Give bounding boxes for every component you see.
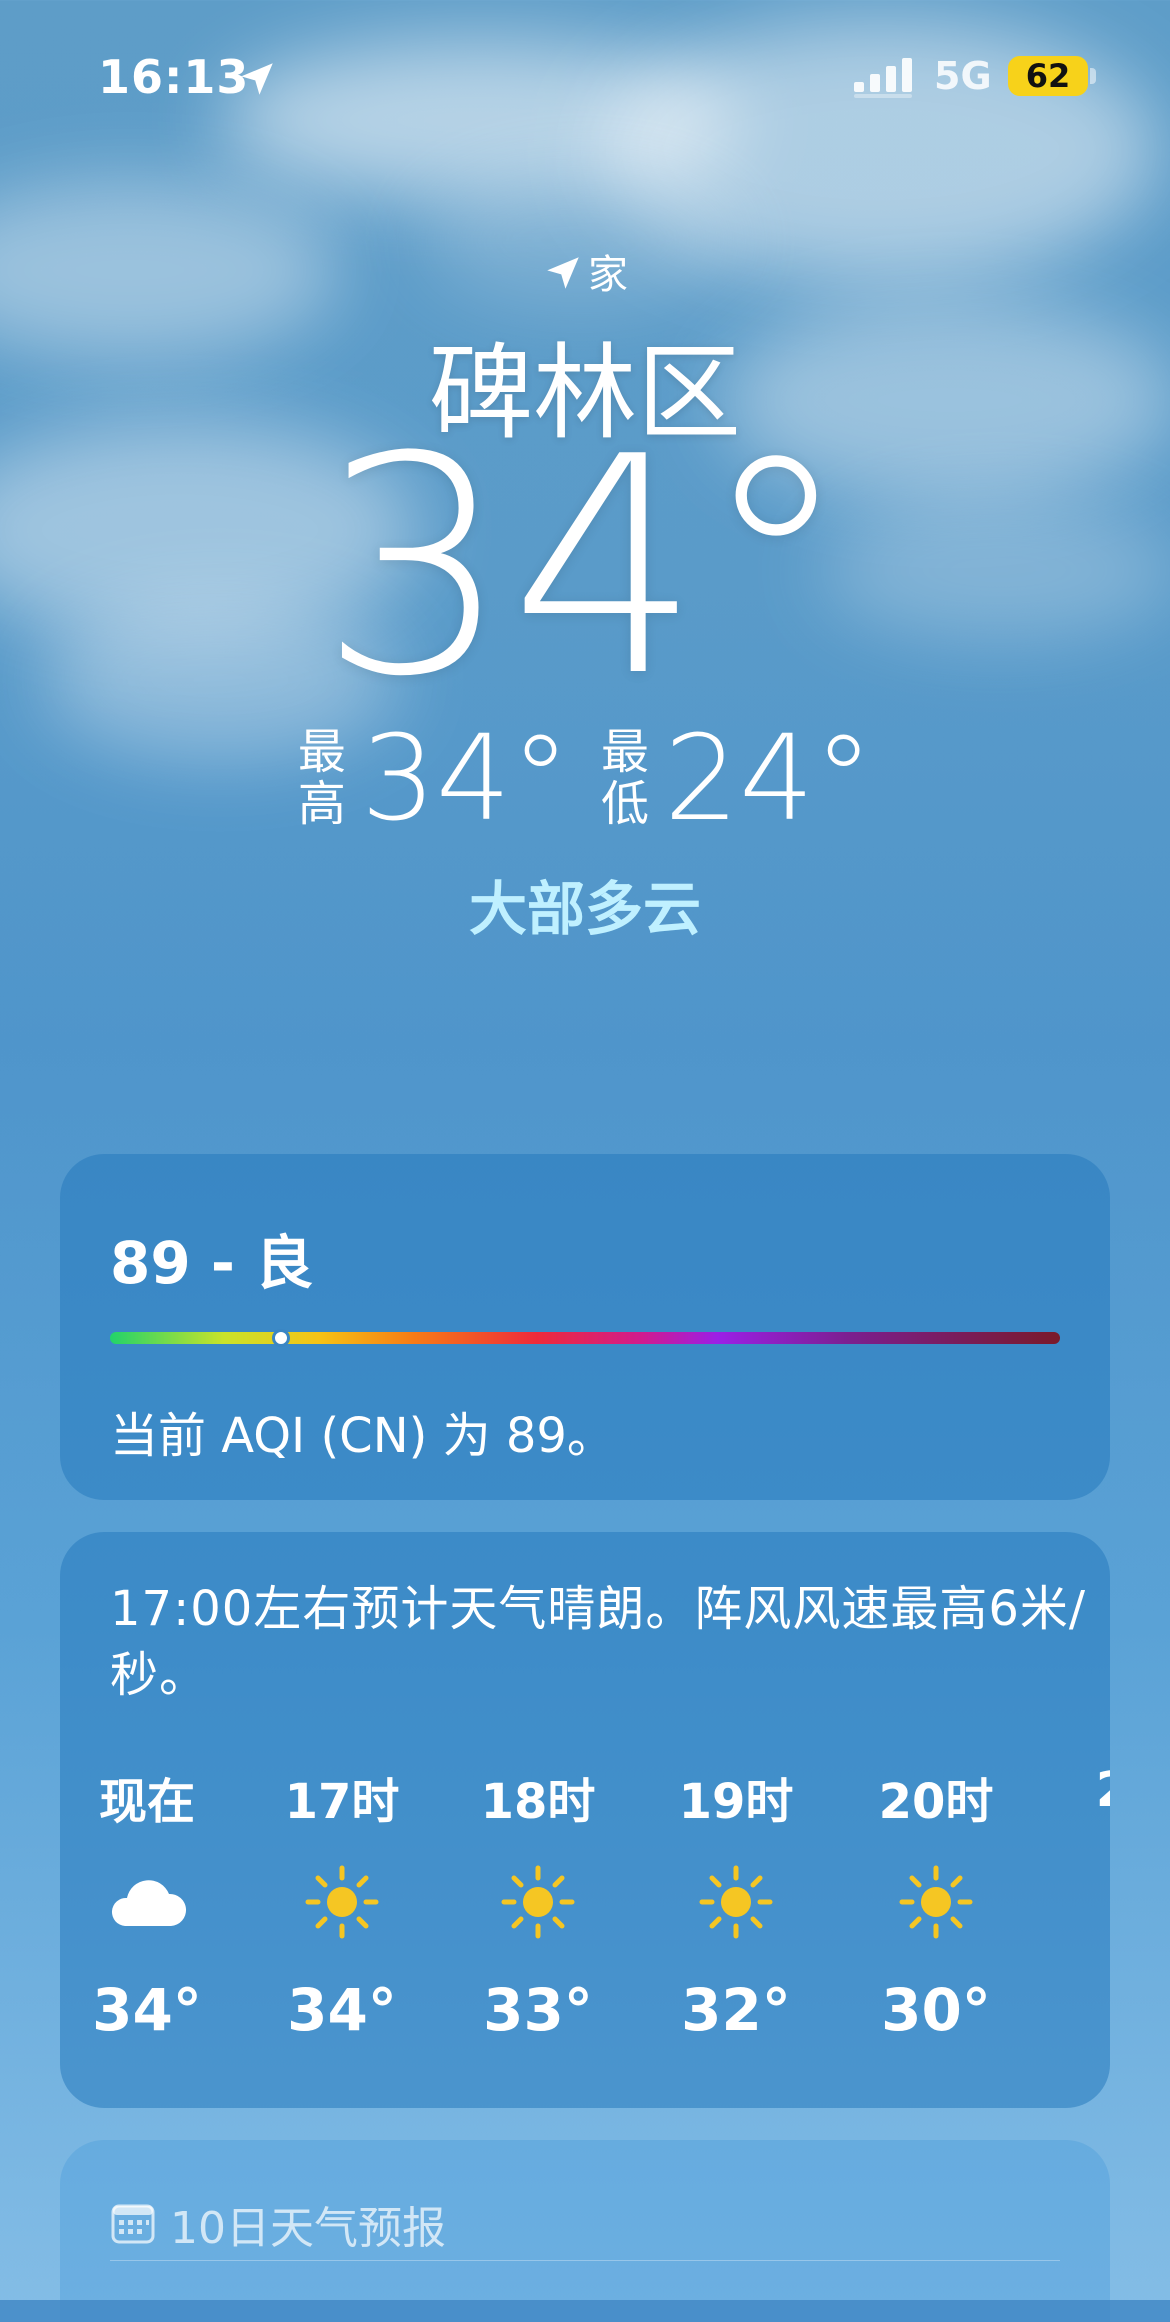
hour-temperature: 30° — [881, 1976, 991, 2044]
hourly-summary: 17:00左右预计天气晴朗。阵风风速最高6米/秒。 — [110, 1581, 1087, 1703]
hour-item: 20时 30° — [861, 1762, 1011, 2044]
network-type: 5G — [934, 54, 992, 98]
high-value: 34° — [360, 709, 570, 847]
ten-day-forecast-card[interactable]: 10日天气预报 — [60, 2140, 1110, 2322]
hour-item: 现在 34° — [72, 1762, 222, 2044]
signal-strength-icon — [854, 58, 912, 98]
hour-label-partial: 2 — [1096, 1762, 1110, 1818]
high-label: 最高 — [297, 724, 346, 832]
location-arrow-icon — [241, 63, 273, 95]
hour-label: 17时 — [284, 1774, 400, 1830]
sun-icon — [661, 1864, 811, 1940]
aqi-value: 89 - 良 — [110, 1229, 314, 1297]
hour-label: 19时 — [678, 1774, 794, 1830]
forecast-title: 10日天气预报 — [170, 2203, 446, 2254]
bottom-toolbar — [0, 2300, 1170, 2322]
current-temperature: 34° — [319, 393, 851, 742]
aqi-scale-bar — [110, 1332, 1060, 1344]
hour-temperature: 34° — [92, 1976, 202, 2044]
forecast-divider — [110, 2260, 1060, 2261]
low-label: 最低 — [600, 724, 649, 832]
battery-cap — [1090, 68, 1096, 84]
hour-temperature: 34° — [287, 1976, 397, 2044]
sun-icon — [267, 1864, 417, 1940]
location-tag-label: 家 — [588, 252, 628, 298]
status-time: 16:13 — [98, 50, 250, 104]
aqi-description: 当前 AQI (CN) 为 89。 — [110, 1408, 615, 1464]
forecast-header: 10日天气预报 — [110, 2192, 446, 2256]
cloud-icon — [72, 1864, 222, 1940]
high-temperature: 最高 34° — [297, 718, 570, 838]
hour-label: 18时 — [480, 1774, 596, 1830]
battery-level: 62 — [1008, 56, 1088, 96]
sun-icon — [463, 1864, 613, 1940]
hour-item: 17时 34° — [267, 1762, 417, 2044]
hour-label: 20时 — [878, 1774, 994, 1830]
calendar-icon — [111, 2204, 155, 2244]
air-quality-card[interactable]: 89 - 良 当前 AQI (CN) 为 89。 — [60, 1154, 1110, 1500]
hour-temperature: 33° — [483, 1976, 593, 2044]
location-arrow-icon — [547, 257, 579, 289]
low-value: 24° — [664, 709, 874, 847]
aqi-indicator-dot — [272, 1329, 290, 1347]
hour-temperature: 32° — [681, 1976, 791, 2044]
hour-label: 现在 — [98, 1774, 195, 1830]
weather-condition: 大部多云 — [468, 875, 701, 943]
low-temperature: 最低 24° — [600, 718, 873, 838]
high-low-temperature: 最高 34° 最低 24° — [0, 718, 1170, 838]
hourly-forecast-card[interactable]: 17:00左右预计天气晴朗。阵风风速最高6米/秒。 现在 34° 17时 34°… — [60, 1532, 1110, 2108]
hour-item: 19时 32° — [661, 1762, 811, 2044]
sun-icon — [861, 1864, 1011, 1940]
hour-item: 18时 33° — [463, 1762, 613, 2044]
location-tag: 家 — [0, 242, 1170, 300]
